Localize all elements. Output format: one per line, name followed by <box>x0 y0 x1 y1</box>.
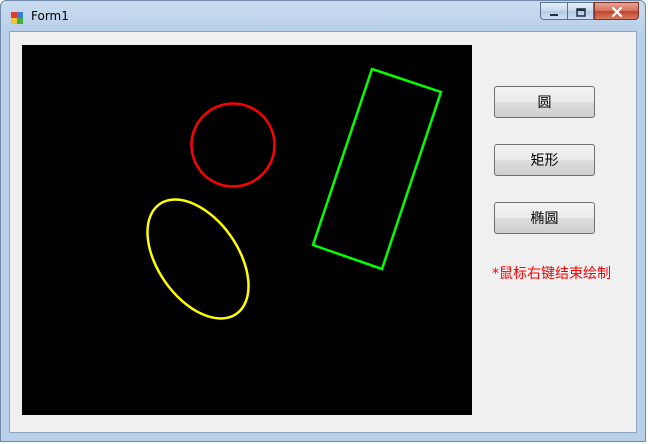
rectangle-button[interactable]: 矩形 <box>494 144 595 176</box>
close-button[interactable] <box>594 2 639 20</box>
title-bar[interactable]: Form1 <box>1 1 645 31</box>
maximize-icon <box>575 2 586 21</box>
app-icon <box>10 10 24 24</box>
drawn-circle <box>190 102 276 188</box>
maximize-button[interactable] <box>567 2 594 20</box>
window-title: Form1 <box>31 9 69 23</box>
minimize-button[interactable] <box>540 2 567 20</box>
drawing-canvas[interactable] <box>22 45 472 415</box>
minimize-icon <box>549 2 559 21</box>
ellipse-button[interactable]: 椭圆 <box>494 202 595 234</box>
circle-button[interactable]: 圆 <box>494 86 595 118</box>
right-click-hint: *鼠标右键结束绘制 <box>492 266 611 282</box>
drawn-ellipse <box>146 198 250 320</box>
drawing-surface <box>146 67 443 320</box>
drawn-rectangle <box>311 67 443 271</box>
form-client-area: 圆 矩形 椭圆 *鼠标右键结束绘制 <box>9 31 637 433</box>
main-window: Form1 圆 矩形 椭圆 *鼠标右键结束绘制 <box>0 0 646 442</box>
caption-buttons <box>540 2 639 22</box>
close-icon <box>611 2 623 21</box>
